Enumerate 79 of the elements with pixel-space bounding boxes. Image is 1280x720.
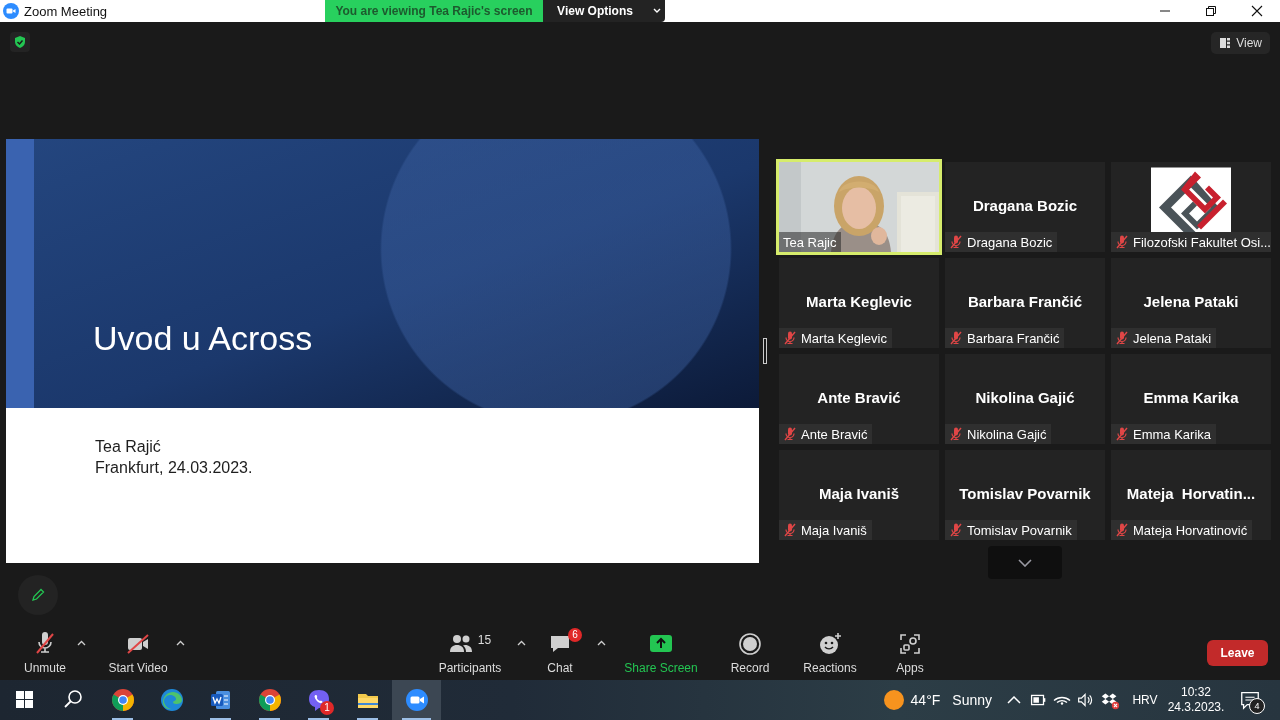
close-icon [1251, 5, 1263, 17]
participant-label: Filozofski Fakultet Osi... [1133, 234, 1271, 250]
participant-name: Maja Ivaniš [817, 485, 900, 502]
apps-button[interactable]: Apps [885, 625, 935, 675]
slide-title: Uvod u Across [93, 319, 313, 358]
record-icon [738, 632, 762, 656]
annotate-button[interactable] [18, 575, 58, 615]
clock[interactable]: 10:32 24.3.2023. [1160, 685, 1232, 715]
participant-count: 15 [477, 633, 492, 647]
record-button[interactable]: Record [720, 625, 780, 675]
browser-icon [257, 688, 282, 712]
unread-badge: 6 [568, 628, 582, 642]
video-button[interactable]: Start Video [102, 625, 174, 675]
participant-name: Dragana Bozic [971, 197, 1079, 214]
view-options-button[interactable]: View Options [543, 0, 665, 22]
participant-label: Tomislav Povarnik [967, 522, 1072, 538]
weather-condition: Sunny [952, 692, 992, 708]
caret-icon [175, 640, 185, 646]
chevron-up-icon [1007, 696, 1021, 704]
participant-name: Ante Bravić [816, 389, 902, 406]
security-badge[interactable] [10, 32, 30, 52]
view-button[interactable]: View [1211, 32, 1270, 54]
sharing-banner: You are viewing Tea Rajic's screen [325, 0, 543, 22]
restore-icon [1205, 5, 1217, 17]
chat-button[interactable]: 6 Chat [535, 625, 585, 675]
notification-badge: 1 [320, 701, 334, 715]
notification-count: 4 [1249, 698, 1265, 714]
smiley-icon [818, 632, 842, 656]
taskbar-app[interactable] [392, 680, 441, 720]
wifi-icon [1053, 695, 1071, 705]
reactions-button[interactable]: Reactions [795, 625, 865, 675]
mic-button[interactable]: Unmute [15, 625, 75, 675]
participant-label: Tea Rajic [783, 234, 837, 250]
temperature: 44°F [910, 692, 941, 708]
caret-icon [516, 640, 526, 646]
camera-icon [404, 688, 429, 712]
notifications-button[interactable]: 4 [1232, 680, 1268, 720]
document-icon [208, 688, 233, 712]
participant-label: Dragana Bozic [967, 234, 1053, 250]
participant-name: Tomislav Povarnik [958, 485, 1092, 502]
sun-icon [882, 689, 905, 711]
participant-label: Barbara Frančić [967, 330, 1060, 346]
participant-label: Maja Ivaniš [801, 522, 867, 538]
apps-icon [898, 632, 922, 656]
weather-widget[interactable]: 44°F Sunny [882, 689, 992, 711]
message-icon [1239, 689, 1261, 711]
participant-label: Marta Keglevic [801, 330, 887, 346]
participant-label: Emma Karika [1133, 426, 1212, 442]
browser-icon [159, 688, 184, 712]
layout-icon [1219, 37, 1232, 49]
zoom-logo-icon [3, 3, 19, 19]
chevron-down-icon [1018, 558, 1032, 567]
window-title: Zoom Meeting [24, 3, 108, 19]
participant-label: Jelena Pataki [1133, 330, 1212, 346]
leave-button[interactable]: Leave [1207, 640, 1268, 666]
participant-name: Marta Keglevic [805, 293, 913, 310]
browser-icon [110, 688, 135, 712]
participant-name: Jelena Pataki [1142, 293, 1240, 310]
caret-icon [76, 640, 86, 646]
participant-name: Emma Karika [1142, 389, 1240, 406]
resize-handle[interactable] [763, 338, 767, 364]
clock-date: 24.3.2023. [1167, 700, 1225, 715]
language-indicator[interactable]: HRV [1130, 693, 1160, 707]
caret-icon [596, 640, 606, 646]
participants-button[interactable]: 15 Participants [435, 625, 505, 675]
pencil-icon [30, 587, 46, 603]
participant-label: Nikolina Gajić [967, 426, 1047, 442]
participant-label: Ante Bravić [801, 426, 868, 442]
caret-icon [652, 8, 661, 14]
shield-icon [13, 35, 27, 49]
clock-time: 10:32 [1181, 685, 1211, 700]
participant-name: Barbara Frančić [966, 293, 1084, 310]
slide-text: Frankfurt, 24.03.2023. [95, 458, 254, 478]
slide-text: Tea Rajić [95, 437, 162, 457]
taskbar-app[interactable]: 1 [294, 680, 343, 720]
participant-label: Mateja Horvatinović [1133, 522, 1248, 538]
participant-name: Mateja Horvatin... [1125, 485, 1257, 502]
share-screen-button[interactable]: Share Screen [621, 625, 701, 675]
participant-name: Nikolina Gajić [974, 389, 1076, 406]
